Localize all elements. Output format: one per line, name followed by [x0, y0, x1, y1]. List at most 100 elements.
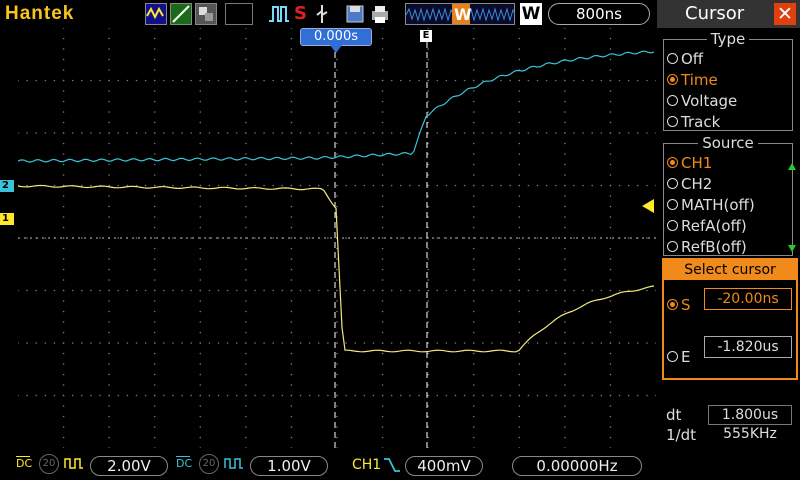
grid-dot: [573, 394, 575, 397]
grid-dot: [199, 111, 202, 113]
vector-mode-icon[interactable]: [170, 3, 192, 25]
grid-dot: [90, 342, 92, 344]
grid-dot: [472, 352, 475, 355]
grid-dot: [609, 331, 612, 334]
grid-dot: [609, 121, 612, 124]
grid-dot: [62, 394, 65, 397]
grid-dot: [472, 289, 475, 292]
grid-dot: [272, 289, 274, 292]
grid-dot: [381, 373, 384, 376]
waveform-mode-icon[interactable]: [145, 3, 167, 25]
trigger-level[interactable]: 400mV: [405, 456, 483, 476]
cursor-e-label[interactable]: E: [420, 30, 432, 42]
radio-selected-icon: [667, 157, 678, 168]
save-icon[interactable]: [345, 3, 365, 25]
grid-dot: [527, 342, 530, 344]
source-option-ch2[interactable]: CH2: [667, 175, 712, 193]
trigger-level-arrow-icon[interactable]: [642, 199, 654, 213]
grid-dot: [381, 195, 384, 197]
close-icon[interactable]: ✕: [774, 3, 796, 25]
grid-dot: [62, 28, 65, 29]
grid-dot: [153, 174, 156, 176]
grid-dot: [354, 79, 357, 82]
grid-dot: [208, 79, 211, 82]
window-mode-button[interactable]: W: [520, 3, 542, 25]
radio-icon: [667, 53, 678, 64]
grid-dot: [381, 79, 384, 82]
ch2-ground-marker[interactable]: 2: [0, 180, 14, 192]
grid-dot: [591, 79, 593, 82]
trigger-time-marker[interactable]: 0.000s: [300, 28, 372, 46]
grid-dot: [518, 394, 521, 397]
grid-dot: [400, 184, 402, 187]
grid-dot: [199, 195, 202, 197]
grid-dot: [327, 289, 329, 292]
grid-dot: [290, 310, 293, 313]
grid-dot: [381, 132, 384, 134]
grid-dot: [26, 342, 28, 344]
grid-dot: [336, 415, 338, 418]
grid-dot: [518, 237, 521, 239]
grid-dot: [427, 153, 429, 155]
grid-dot: [381, 37, 384, 40]
cursor-s-value[interactable]: -20.00ns: [704, 288, 792, 310]
grid-dot: [327, 79, 329, 82]
grid-dot: [245, 384, 247, 386]
trigger-source[interactable]: CH1: [352, 457, 381, 473]
grid-dot: [509, 342, 511, 344]
grid-dot: [117, 289, 120, 292]
grid-dot: [290, 90, 293, 92]
grid-dot: [290, 69, 293, 71]
ch1-ground-marker[interactable]: 1: [0, 213, 14, 225]
grid-dot: [454, 184, 457, 187]
grid-dot: [390, 132, 393, 134]
grid-dot: [108, 195, 110, 197]
grid-dot: [153, 58, 156, 61]
grid-dot: [354, 289, 357, 292]
persist-mode-icon[interactable]: [195, 3, 217, 25]
source-option-math[interactable]: MATH(off): [667, 196, 755, 214]
grid-dot: [62, 205, 65, 208]
grid-dot: [126, 394, 129, 397]
grid-dot: [609, 258, 612, 260]
print-icon[interactable]: [370, 3, 390, 25]
grid-dot: [636, 394, 639, 397]
grid-dot: [135, 289, 138, 292]
grid-dot: [427, 405, 429, 407]
type-option-off[interactable]: Off: [667, 50, 703, 68]
grid-dot: [62, 100, 65, 103]
grid-dot: [217, 132, 220, 134]
grid-dot: [199, 58, 202, 61]
type-option-voltage[interactable]: Voltage: [667, 92, 737, 110]
scroll-down-icon[interactable]: [788, 245, 796, 252]
grid-dot: [390, 289, 393, 292]
grid-dot: [472, 28, 475, 29]
grid-dot: [609, 363, 612, 365]
grid-dot: [564, 373, 566, 376]
timebase-readout[interactable]: 800ns: [548, 3, 650, 25]
source-option-ch1[interactable]: CH1: [667, 154, 712, 172]
grid-dot: [144, 394, 147, 397]
grid-dot: [518, 111, 521, 113]
grid-dot: [290, 258, 293, 260]
source-option-refb[interactable]: RefB(off): [667, 238, 747, 256]
type-option-time[interactable]: Time: [667, 71, 718, 89]
grid-dot: [62, 132, 65, 134]
grid-dot: [299, 132, 302, 134]
grid-dot: [463, 342, 466, 344]
cursor-e-value[interactable]: -1.820us: [704, 336, 792, 358]
grid-dot: [472, 153, 475, 155]
ch2-volts-div[interactable]: 1.00V: [250, 456, 328, 476]
type-option-track[interactable]: Track: [667, 113, 720, 131]
ch1-volts-div[interactable]: 2.00V: [90, 456, 168, 476]
grid-dot: [564, 279, 566, 281]
cursor-e-option[interactable]: E: [667, 348, 690, 366]
grid-dot: [564, 121, 566, 124]
scroll-up-icon[interactable]: [788, 163, 796, 170]
cursor-s-option[interactable]: S: [667, 296, 691, 314]
grid-dot: [518, 300, 521, 302]
source-option-refa[interactable]: RefA(off): [667, 217, 747, 235]
grid-dot: [609, 384, 612, 386]
grid-dot: [153, 310, 156, 313]
grid-dot: [299, 394, 302, 397]
